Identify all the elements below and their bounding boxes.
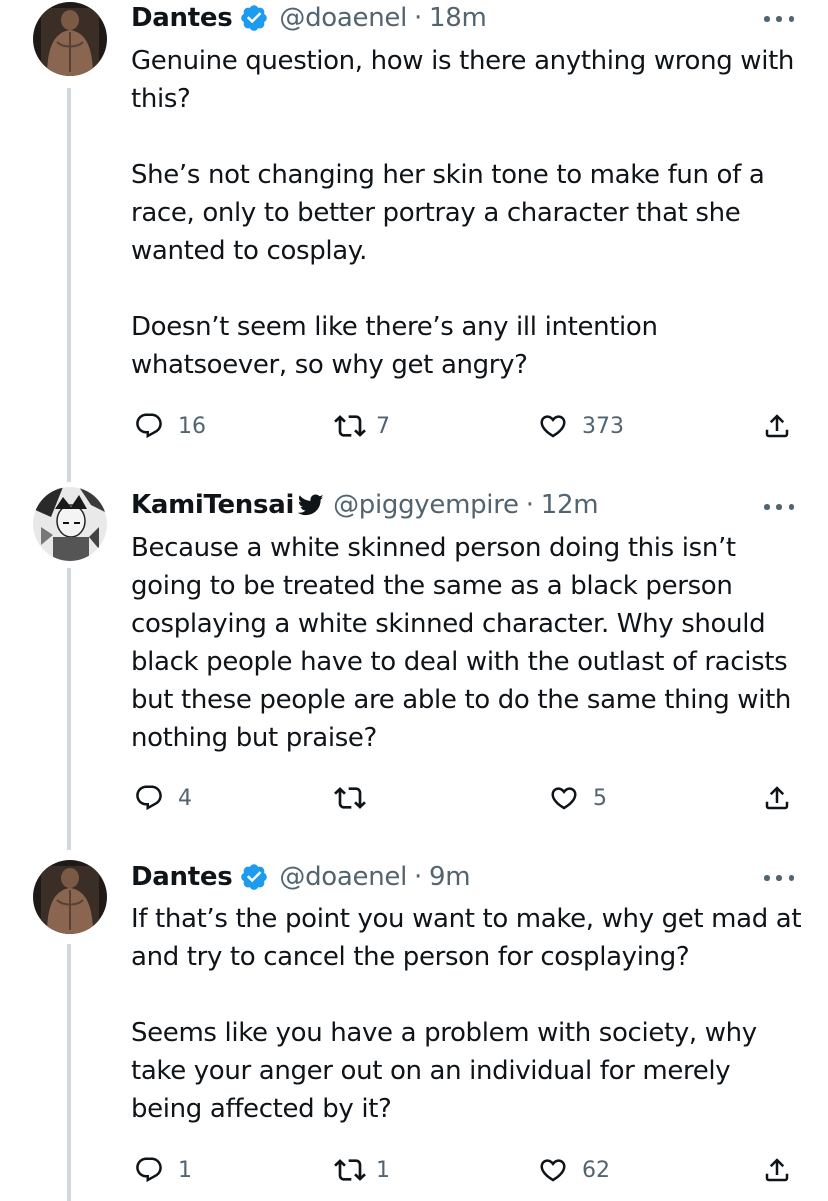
tweet[interactable]: KamiTensai @piggyempire · 12m Because a …	[0, 484, 828, 854]
heart-icon	[551, 787, 577, 810]
reply-icon	[136, 413, 162, 439]
share-icon	[765, 414, 789, 438]
avatar[interactable]	[33, 2, 107, 76]
timestamp[interactable]: 9m	[429, 862, 471, 892]
reply-button[interactable]: 16	[134, 406, 206, 446]
action-bar: 1 1 62	[0, 1150, 828, 1190]
tweet-header: KamiTensai @piggyempire · 12m	[131, 487, 800, 523]
like-button[interactable]: 5	[549, 778, 607, 818]
handle[interactable]: @doaenel	[279, 862, 407, 892]
retweet-button[interactable]: 7	[334, 406, 390, 446]
retweet-icon	[334, 415, 366, 437]
tweet-header: Dantes @doaenel · 9m	[131, 859, 800, 895]
tweet-text: Genuine question, how is there anything …	[131, 46, 795, 380]
reply-button[interactable]: 1	[134, 1150, 192, 1190]
retweet-button[interactable]	[334, 778, 376, 818]
heart-icon	[540, 415, 566, 438]
like-count: 5	[593, 785, 607, 811]
reply-count: 16	[178, 413, 206, 439]
separator-dot: ·	[414, 862, 422, 892]
reply-icon	[136, 1157, 162, 1183]
separator-dot: ·	[525, 490, 534, 520]
share-button[interactable]	[762, 778, 792, 818]
like-count: 62	[582, 1157, 610, 1183]
action-bar: 4 5	[0, 778, 828, 818]
heart-icon	[540, 1159, 566, 1182]
share-icon	[765, 1158, 789, 1182]
like-button[interactable]: 373	[538, 406, 624, 446]
verified-badge-icon	[239, 862, 269, 892]
separator-dot: ·	[414, 3, 422, 33]
reply-button[interactable]: 4	[134, 778, 192, 818]
handle[interactable]: @piggyempire	[333, 490, 519, 520]
like-count: 373	[582, 413, 624, 439]
tweet[interactable]: Dantes @doaenel · 18m Genuine question, …	[0, 0, 828, 480]
retweet-button[interactable]: 1	[334, 1150, 390, 1190]
display-name[interactable]: Dantes	[131, 3, 233, 33]
action-bar: 16 7 373	[0, 406, 828, 446]
avatar[interactable]	[33, 860, 107, 934]
retweet-count: 7	[376, 413, 390, 439]
timestamp[interactable]: 12m	[541, 490, 599, 520]
avatar[interactable]	[33, 487, 107, 561]
retweet-icon	[334, 1159, 366, 1181]
more-icon[interactable]	[764, 502, 794, 512]
reply-icon	[136, 785, 162, 811]
tweet[interactable]: Dantes @doaenel · 9m If that’s the point…	[0, 858, 828, 1201]
more-icon[interactable]	[764, 873, 794, 883]
tweet-header: Dantes @doaenel · 18m	[131, 0, 800, 36]
handle[interactable]: @doaenel	[279, 3, 407, 33]
reply-count: 4	[178, 785, 192, 811]
like-button[interactable]: 62	[538, 1150, 610, 1190]
more-icon[interactable]	[764, 14, 794, 24]
share-icon	[765, 786, 789, 810]
tweet-text: Because a white skinned person doing thi…	[131, 533, 799, 753]
share-button[interactable]	[762, 406, 792, 446]
reply-count: 1	[178, 1157, 192, 1183]
display-name[interactable]: Dantes	[131, 862, 233, 892]
retweet-icon	[334, 787, 366, 809]
retweet-count: 1	[376, 1157, 390, 1183]
bird-icon	[297, 492, 325, 518]
verified-badge-icon	[239, 3, 269, 33]
share-button[interactable]	[762, 1150, 792, 1190]
tweet-text: If that’s the point you want to make, wh…	[131, 904, 802, 1124]
timestamp[interactable]: 18m	[429, 3, 487, 33]
display-name[interactable]: KamiTensai	[131, 490, 294, 520]
